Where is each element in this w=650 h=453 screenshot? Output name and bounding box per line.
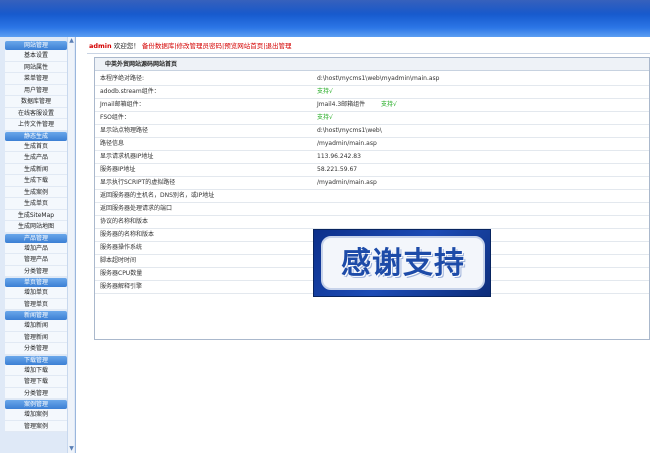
- info-row: 显示站点物理路径 d:\host\mycms1\web\: [95, 125, 649, 138]
- info-label: 脚本超时时间: [100, 257, 137, 264]
- sidebar-item[interactable]: 管理新闻: [5, 331, 67, 343]
- info-row: 本程序绝对路径: d:\host\mycms1\web\myadmin\main.…: [95, 73, 649, 86]
- sidebar-scrollbar[interactable]: ▲ ▼: [67, 37, 74, 453]
- info-label: 服务器解释引擎: [100, 283, 143, 290]
- logout-link[interactable]: 退出管理: [265, 42, 291, 50]
- sidebar-group-title[interactable]: 静态生成: [5, 131, 67, 141]
- sidebar-group-title[interactable]: 网站管理: [5, 41, 67, 50]
- info-row: 显示请求机器IP地址 113.96.242.83: [95, 151, 649, 164]
- info-label: 显示执行SCRIPT的虚拟路径: [100, 179, 176, 186]
- sidebar-item[interactable]: 生成案例: [5, 186, 67, 198]
- info-label: 协议的名称和版本: [100, 218, 149, 225]
- sidebar-item[interactable]: 增加案例: [5, 409, 67, 421]
- sidebar-item[interactable]: 生成网站地图: [5, 221, 67, 233]
- thanks-banner-image: 感谢支持: [313, 229, 491, 297]
- info-value: 支持√: [317, 114, 333, 121]
- sidebar-item[interactable]: 生成单页: [5, 198, 67, 210]
- info-label: 返回服务器的主机名，DNS别名，或IP地址: [100, 192, 215, 199]
- sidebar: 网站管理 基本设置 网站属性 菜单管理 用户管理 数据库管理 在线客服设置 上传文件管理 静态生…: [0, 37, 76, 453]
- sidebar-item[interactable]: 分类管理: [5, 265, 67, 277]
- sidebar-group-title[interactable]: 产品管理: [5, 233, 67, 243]
- preview-site-link[interactable]: 预览网站首页: [224, 42, 263, 50]
- info-value: /myadmin/main.asp: [317, 140, 377, 147]
- info-label: 服务器操作系统: [100, 244, 143, 251]
- current-user: admin: [89, 42, 112, 50]
- server-info-panel: 中英外贸网站源码网站首页 本程序绝对路径: d:\host\mycms1\web\…: [94, 57, 650, 340]
- info-value: d:\host\mycms1\web\myadmin\main.asp: [317, 75, 440, 82]
- sidebar-group-title[interactable]: 单页管理: [5, 278, 67, 287]
- info-value: 58.221.59.67: [317, 166, 358, 173]
- sidebar-item[interactable]: 分类管理: [5, 343, 67, 355]
- info-label: 路径信息: [100, 140, 125, 147]
- sidebar-group-title[interactable]: 下载管理: [5, 355, 67, 365]
- sidebar-item[interactable]: 基本设置: [5, 50, 67, 62]
- sidebar-item[interactable]: 上传文件管理: [5, 119, 67, 131]
- info-row: Jmail邮箱组件： Jmail4.3邮箱组件 支持√: [95, 99, 649, 112]
- sidebar-item[interactable]: 增加新闻: [5, 320, 67, 332]
- info-row: adodb.stream组件： 支持√: [95, 86, 649, 99]
- top-banner: [0, 0, 650, 37]
- sidebar-group-title[interactable]: 新闻管理: [5, 311, 67, 320]
- change-password-link[interactable]: 修改管理员密码: [177, 42, 223, 50]
- info-status: 支持√: [381, 101, 397, 108]
- sidebar-item[interactable]: 生成首页: [5, 140, 67, 152]
- info-label: Jmail邮箱组件：: [100, 101, 145, 108]
- info-value: /myadmin/main.asp: [317, 179, 377, 186]
- info-label: adodb.stream组件：: [100, 88, 160, 95]
- welcome-text: 欢迎您！: [113, 42, 140, 50]
- info-label: 返回服务器处理请求的端口: [100, 205, 173, 212]
- sidebar-group-title[interactable]: 案例管理: [5, 400, 67, 409]
- panel-title: 中英外贸网站源码网站首页: [95, 58, 649, 71]
- divider: [87, 53, 650, 54]
- info-row: 显示执行SCRIPT的虚拟路径/myadmin/main.asp: [95, 177, 649, 190]
- info-label: 显示站点物理路径: [100, 127, 149, 134]
- info-label: 本程序绝对路径:: [100, 75, 145, 82]
- sidebar-item[interactable]: 菜单管理: [5, 73, 67, 85]
- sidebar-item[interactable]: 分类管理: [5, 387, 67, 399]
- sidebar-item[interactable]: 网站属性: [5, 61, 67, 73]
- sidebar-item[interactable]: 管理单页: [5, 298, 67, 310]
- info-row: 返回服务器的主机名，DNS别名，或IP地址: [95, 190, 649, 203]
- sidebar-item[interactable]: 用户管理: [5, 84, 67, 96]
- sidebar-menu: 网站管理 基本设置 网站属性 菜单管理 用户管理 数据库管理 在线客服设置 上传文件管理 静态生…: [5, 40, 67, 432]
- info-label: 服务器IP地址: [100, 166, 136, 173]
- sidebar-item[interactable]: 管理案例: [5, 420, 67, 432]
- info-value: Jmail4.3邮箱组件: [317, 101, 366, 108]
- info-row: 服务器IP地址 58.221.59.67: [95, 164, 649, 177]
- sidebar-item[interactable]: 生成新闻: [5, 163, 67, 175]
- sidebar-item[interactable]: 增加产品: [5, 242, 67, 254]
- main-content: admin 欢迎您！ 备份数据库|修改管理员密码|预览网站首页|退出管理 中英外…: [77, 37, 650, 453]
- sidebar-item[interactable]: 在线客服设置: [5, 107, 67, 119]
- sidebar-item[interactable]: 生成SiteMap: [5, 209, 67, 221]
- info-row: 返回服务器处理请求的端口: [95, 203, 649, 216]
- info-row: FSO组件： 支持√: [95, 112, 649, 125]
- sidebar-item[interactable]: 增加下载: [5, 364, 67, 376]
- sidebar-item[interactable]: 管理下载: [5, 376, 67, 388]
- info-label: 显示请求机器IP地址: [100, 153, 154, 160]
- info-row: 路径信息/myadmin/main.asp: [95, 138, 649, 151]
- info-value: 支持√: [317, 88, 333, 95]
- sidebar-item[interactable]: 生成产品: [5, 152, 67, 164]
- info-label: 服务器CPU数量: [100, 270, 143, 277]
- sidebar-item[interactable]: 生成下载: [5, 175, 67, 187]
- app-window: 网站管理 基本设置 网站属性 菜单管理 用户管理 数据库管理 在线客服设置 上传文件管理 静态生…: [0, 0, 650, 453]
- info-row: 协议的名称和版本: [95, 216, 649, 229]
- info-label: 服务器的名称和版本: [100, 231, 155, 238]
- backup-database-link[interactable]: 备份数据库: [142, 42, 175, 50]
- top-nav-line: admin 欢迎您！ 备份数据库|修改管理员密码|预览网站首页|退出管理: [89, 42, 292, 50]
- info-value: d:\host\mycms1\web\: [317, 127, 382, 134]
- sidebar-item[interactable]: 增加单页: [5, 287, 67, 299]
- info-label: FSO组件：: [100, 114, 130, 121]
- sidebar-item[interactable]: 数据库管理: [5, 96, 67, 108]
- scroll-up-icon[interactable]: ▲: [68, 37, 75, 45]
- sidebar-item[interactable]: 管理产品: [5, 254, 67, 266]
- scroll-down-icon[interactable]: ▼: [68, 445, 75, 453]
- thanks-text: 感谢支持: [341, 246, 465, 281]
- info-value: 113.96.242.83: [317, 153, 361, 160]
